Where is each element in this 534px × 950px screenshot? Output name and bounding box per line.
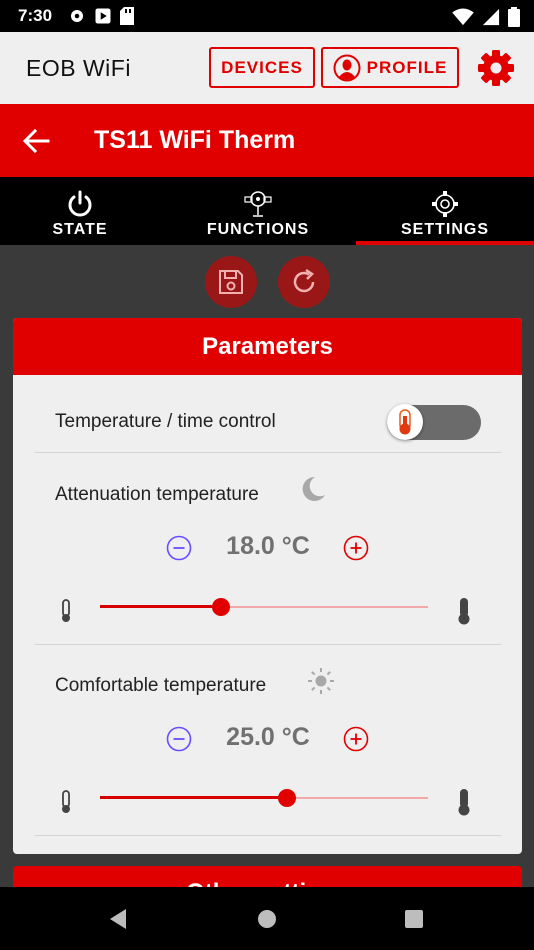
app-bar: EOB WiFi DEVICES PROFILE [0, 32, 534, 104]
comfortable-slider[interactable] [100, 786, 428, 810]
comfortable-label: Comfortable temperature [55, 675, 267, 696]
devices-button[interactable]: DEVICES [209, 47, 315, 88]
device-title: TS11 WiFi Therm [94, 126, 296, 154]
refresh-icon [293, 268, 315, 293]
moon-icon [302, 476, 325, 501]
divider [35, 452, 501, 453]
tab-state-label: STATE [52, 221, 108, 238]
power-icon [68, 190, 92, 217]
slider-thumb[interactable] [277, 789, 296, 807]
comfortable-increase-button[interactable] [343, 726, 369, 752]
functions-icon [244, 191, 272, 217]
attenuation-label: Attenuation temperature [55, 484, 259, 505]
signal-icon [482, 8, 500, 26]
play-store-icon [95, 8, 111, 24]
thermometer-high-icon [458, 598, 470, 625]
thermometer-low-icon [62, 790, 70, 813]
parameters-title: Parameters [13, 318, 522, 375]
tab-settings[interactable]: SETTINGS [356, 177, 534, 245]
attenuation-increase-button[interactable] [343, 535, 369, 561]
tab-state[interactable]: STATE [0, 177, 160, 245]
temp-time-control-label: Temperature / time control [55, 411, 276, 432]
tab-functions-label: FUNCTIONS [206, 221, 310, 238]
slider-fill [100, 605, 222, 608]
devices-button-label: DEVICES [221, 57, 303, 77]
refresh-button[interactable] [278, 256, 330, 308]
comfortable-value: 25.0 °C [226, 723, 310, 751]
tab-bar: STATE FUNCTIONS SETTINGS [0, 177, 534, 245]
tab-functions[interactable]: FUNCTIONS [160, 177, 356, 245]
divider [35, 835, 501, 836]
gear-status-icon [71, 10, 83, 22]
attenuation-value: 18.0 °C [226, 532, 310, 560]
gear-outline-icon [432, 191, 458, 217]
nav-back-icon[interactable] [104, 905, 132, 933]
app-title: EOB WiFi [26, 55, 131, 81]
battery-icon [508, 7, 520, 27]
profile-button[interactable]: PROFILE [321, 47, 459, 88]
wifi-icon [452, 8, 474, 26]
user-avatar-icon [333, 54, 361, 81]
active-tab-indicator [356, 241, 534, 245]
save-button[interactable] [205, 256, 257, 308]
status-time: 7:30 [18, 6, 53, 25]
system-nav-bar [0, 887, 534, 950]
profile-button-label: PROFILE [366, 57, 448, 77]
floppy-disk-icon [219, 270, 243, 294]
attenuation-slider[interactable] [100, 595, 428, 619]
gear-icon[interactable] [476, 48, 516, 88]
status-bar: 7:30 [0, 0, 534, 32]
divider [35, 644, 501, 645]
parameters-card: Parameters Temperature / time control At… [13, 318, 522, 854]
tab-settings-label: SETTINGS [400, 221, 489, 238]
slider-thumb[interactable] [212, 598, 231, 616]
thermometer-hot-icon [399, 409, 411, 435]
sd-card-icon [120, 7, 134, 25]
device-header: TS11 WiFi Therm [0, 104, 534, 177]
nav-home-icon[interactable] [253, 905, 281, 933]
slider-fill [100, 796, 287, 799]
thermometer-high-icon [458, 789, 470, 816]
thermometer-low-icon [62, 599, 70, 622]
toggle-knob [387, 404, 423, 440]
back-arrow-icon[interactable] [22, 127, 50, 155]
temp-time-control-toggle[interactable] [387, 404, 481, 440]
sun-icon [308, 668, 334, 694]
nav-recents-icon[interactable] [400, 905, 428, 933]
